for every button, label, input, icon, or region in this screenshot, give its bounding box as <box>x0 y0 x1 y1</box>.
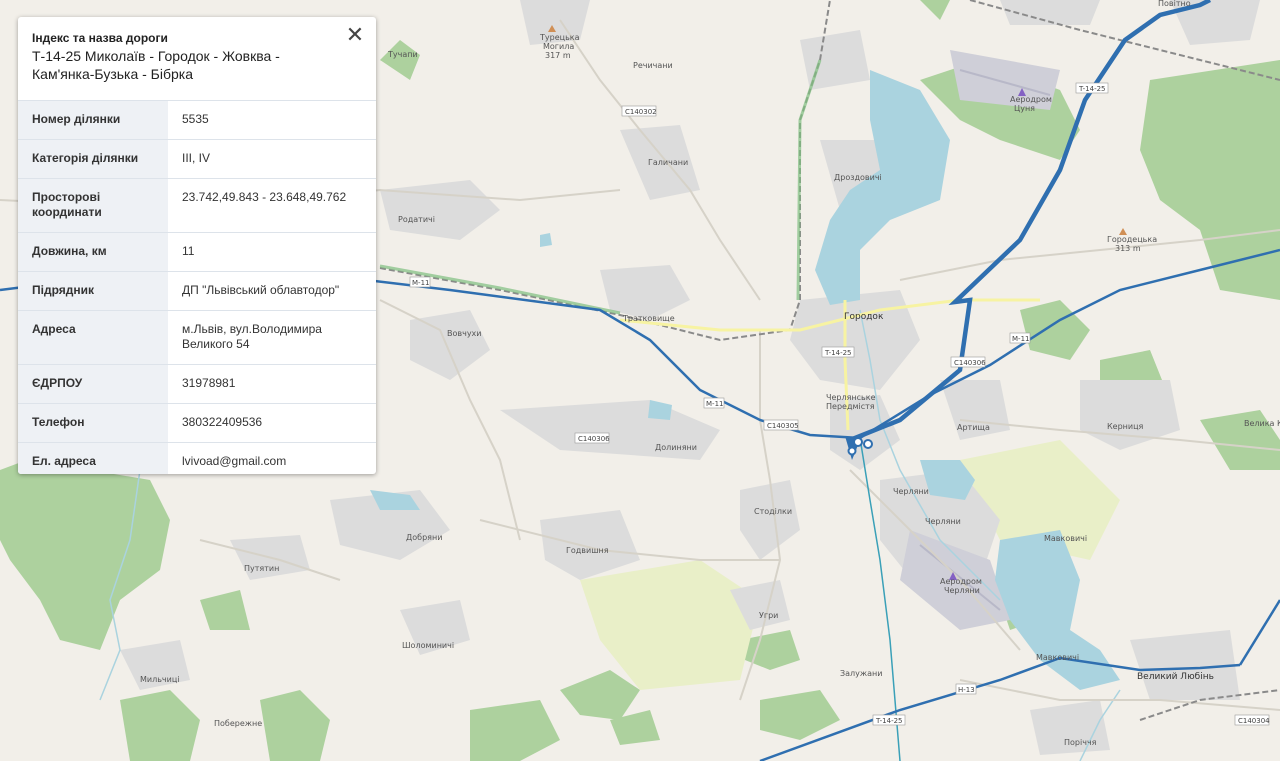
place-label: Черлянське <box>826 393 876 402</box>
row-value: 5535 <box>168 100 376 140</box>
table-row: Категорія ділянки III, IV <box>18 139 376 179</box>
place-label: 317 m <box>545 51 571 60</box>
place-label: Повітно <box>1158 0 1191 8</box>
place-label: Цуня <box>1014 104 1035 113</box>
row-value: 11 <box>168 232 376 272</box>
svg-text:M-11: M-11 <box>706 400 723 408</box>
road-shield: M-11 <box>703 397 725 409</box>
place-label: Дроздовичі <box>834 173 882 182</box>
place-label: Долиняни <box>655 443 697 452</box>
road-title: Т-14-25 Миколаїв - Городок - Жовква - Ка… <box>32 48 280 82</box>
road-info-panel: Індекс та назва дороги Т-14-25 Миколаїв … <box>18 17 376 474</box>
place-label: Керниця <box>1107 422 1144 431</box>
place-label: Галичани <box>648 158 688 167</box>
road-shield: T-14-25 <box>1075 82 1109 94</box>
place-label: Великий Любінь <box>1137 672 1214 682</box>
row-key: Ел. адреса <box>18 442 168 474</box>
place-label: Тучапи <box>387 50 418 59</box>
svg-text:M-11: M-11 <box>1012 335 1029 343</box>
row-key: Просторові координати <box>18 178 168 233</box>
row-value: м.Львів, вул.Володимира Великого 54 <box>168 310 376 365</box>
row-value[interactable]: lvivoad@gmail.com <box>168 442 376 474</box>
place-label: Добряни <box>406 533 442 542</box>
road-shield: C140304 <box>1234 714 1270 726</box>
road-shield: C140305 <box>763 419 799 431</box>
place-label: Черляни <box>925 517 961 526</box>
svg-text:H-13: H-13 <box>958 686 975 694</box>
place-label: Аеродром <box>940 577 982 586</box>
place-label: Артища <box>957 423 990 432</box>
place-label: Стоділки <box>754 507 792 516</box>
row-key: Номер ділянки <box>18 100 168 140</box>
place-label: Передмістя <box>826 402 875 411</box>
place-label: Шоломиничі <box>402 641 454 650</box>
panel-header: Індекс та назва дороги Т-14-25 Миколаїв … <box>18 17 376 100</box>
row-value: 380322409536 <box>168 403 376 443</box>
place-label: Побережне <box>214 719 262 728</box>
place-label: Черляни <box>893 487 929 496</box>
table-row: ЄДРПОУ 31978981 <box>18 364 376 404</box>
row-value: III, IV <box>168 139 376 179</box>
svg-text:C140306: C140306 <box>578 435 610 443</box>
info-table: Номер ділянки 5535 Категорія ділянки III… <box>18 100 376 474</box>
place-label: Родатичі <box>398 215 435 224</box>
svg-text:C140304: C140304 <box>1238 717 1270 725</box>
place-label: Вовчухи <box>447 329 482 338</box>
table-row: Ел. адреса lvivoad@gmail.com <box>18 442 376 474</box>
svg-text:T-14-25: T-14-25 <box>1078 85 1106 93</box>
road-shield: C140306 <box>950 356 986 368</box>
row-key: ЄДРПОУ <box>18 364 168 404</box>
row-value: 23.742,49.843 - 23.648,49.762 <box>168 178 376 233</box>
road-shield: M-11 <box>409 276 431 288</box>
place-label: Городецька <box>1107 235 1157 244</box>
panel-label: Індекс та назва дороги <box>32 31 168 45</box>
place-label: Аеродром <box>1010 95 1052 104</box>
place-label: Угри <box>759 611 778 620</box>
road-shield: M-11 <box>1009 332 1031 344</box>
close-icon[interactable]: ✕ <box>344 24 366 47</box>
place-label: Черляни <box>944 586 980 595</box>
table-row: Підрядник ДП "Львівський облавтодор" <box>18 271 376 311</box>
road-shield: H-13 <box>955 683 977 695</box>
place-label: Поріччя <box>1064 738 1097 747</box>
road-shield: C140302 <box>621 105 657 117</box>
row-key: Адреса <box>18 310 168 365</box>
svg-text:M-11: M-11 <box>412 279 429 287</box>
table-row: Просторові координати 23.742,49.843 - 23… <box>18 178 376 233</box>
place-label: Могила <box>543 42 574 51</box>
row-key: Підрядник <box>18 271 168 311</box>
svg-text:T-14-25: T-14-25 <box>875 717 903 725</box>
place-label: Турецька <box>539 33 580 42</box>
road-shield: C140306 <box>574 432 610 444</box>
row-value: ДП "Львівський облавтодор" <box>168 271 376 311</box>
place-label: Мавковичі <box>1044 534 1087 543</box>
place-label: Велика Ка <box>1244 419 1280 428</box>
table-row: Телефон 380322409536 <box>18 403 376 443</box>
road-shield: T-14-25 <box>821 346 855 358</box>
place-label: Путятин <box>244 564 279 573</box>
table-row: Адреса м.Львів, вул.Володимира Великого … <box>18 310 376 365</box>
table-row: Довжина, км 11 <box>18 232 376 272</box>
svg-text:T-14-25: T-14-25 <box>824 349 852 357</box>
place-label: Мавковичі <box>1036 653 1079 662</box>
row-key: Категорія ділянки <box>18 139 168 179</box>
place-label: Городок <box>844 312 884 322</box>
place-label: 313 m <box>1115 244 1141 253</box>
road-shield: T-14-25 <box>872 714 906 726</box>
place-label: Речичани <box>633 61 673 70</box>
svg-text:C140306: C140306 <box>954 359 986 367</box>
row-key: Телефон <box>18 403 168 443</box>
place-label: Годвишня <box>566 546 609 555</box>
place-label: Тратковище <box>622 314 675 323</box>
place-label: Мильчиці <box>140 675 180 684</box>
row-key: Довжина, км <box>18 232 168 272</box>
row-value: 31978981 <box>168 364 376 404</box>
svg-text:C140305: C140305 <box>767 422 799 430</box>
place-label: Залужани <box>840 669 882 678</box>
svg-text:C140302: C140302 <box>625 108 657 116</box>
table-row: Номер ділянки 5535 <box>18 100 376 140</box>
